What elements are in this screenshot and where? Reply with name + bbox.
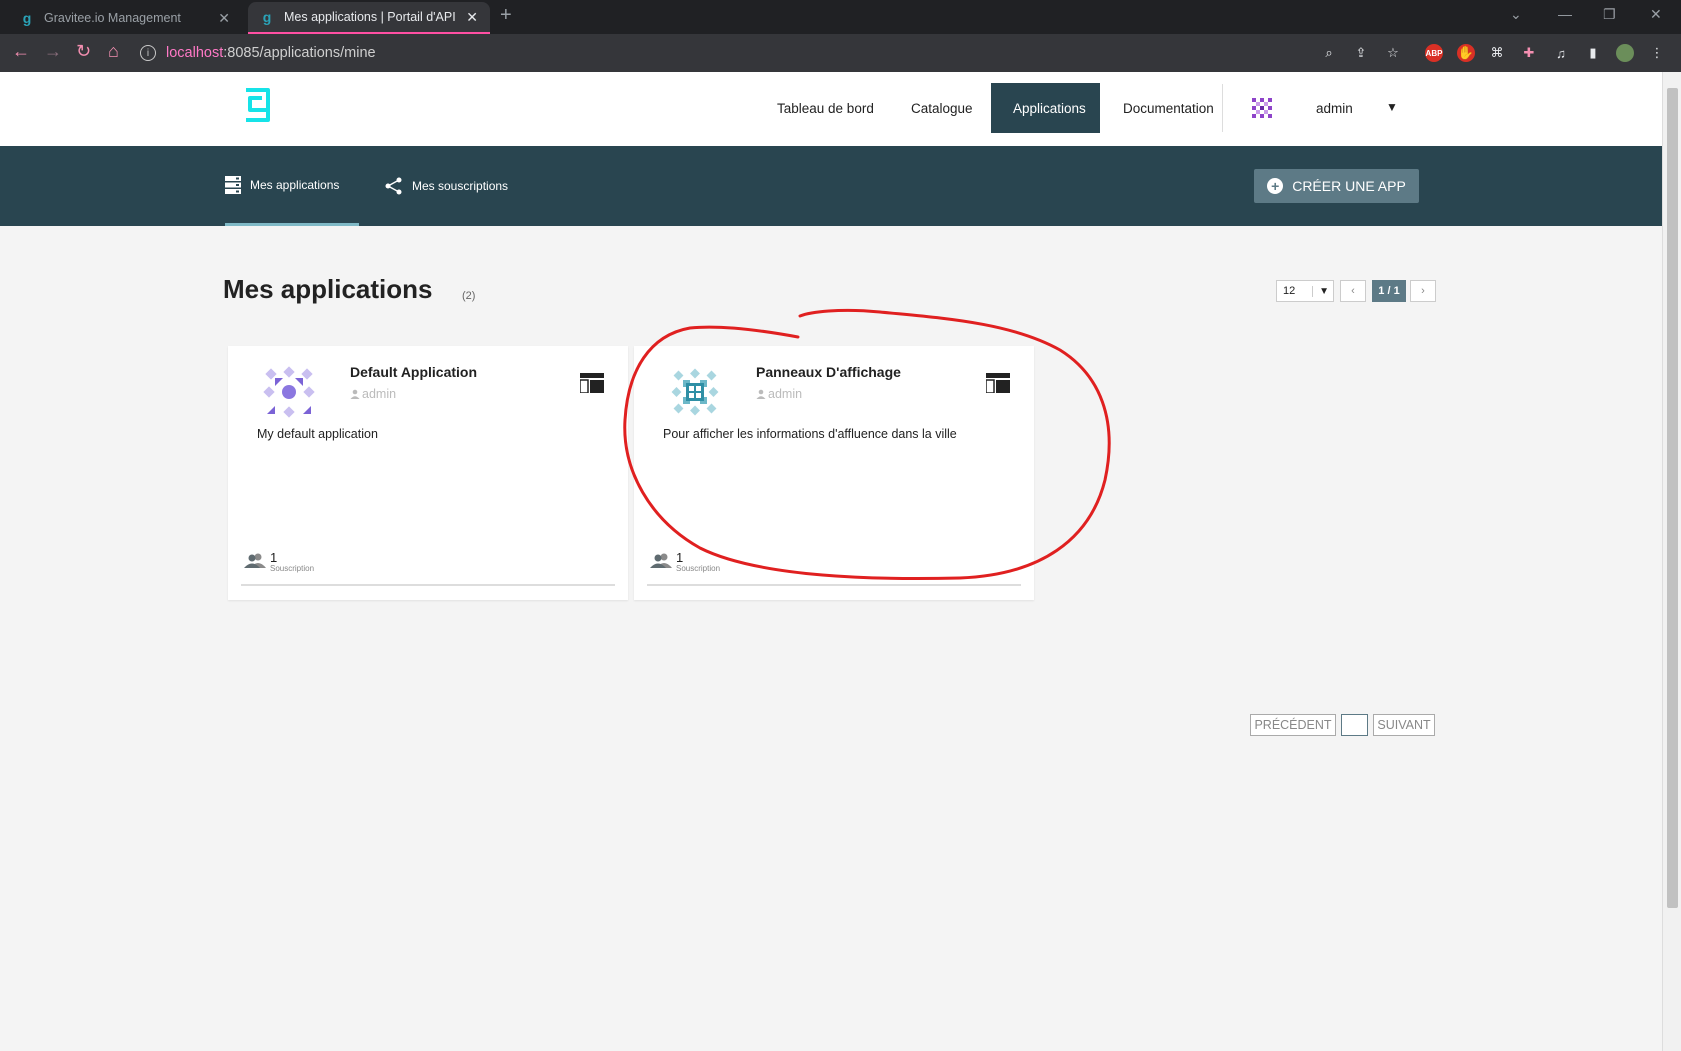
restore-icon[interactable]: ❐: [1603, 6, 1616, 23]
tab-title: Mes applications | Portail d'API d: [284, 10, 459, 24]
next-page-button[interactable]: ›: [1410, 280, 1436, 302]
close-window-icon[interactable]: ✕: [1650, 6, 1662, 23]
share-icon[interactable]: ⇪: [1352, 44, 1370, 62]
url-bar[interactable]: i localhost:8085/applications/mine: [140, 39, 1320, 67]
browser-tab-bar: g Gravitee.io Management ✕ g Mes applica…: [0, 0, 1681, 34]
owner-name: admin: [362, 387, 397, 401]
next-page-button[interactable]: SUIVANT: [1373, 714, 1435, 736]
user-icon: [350, 389, 360, 399]
application-name[interactable]: Panneaux D'affichage: [756, 364, 901, 380]
subnav-label: Mes applications: [250, 177, 340, 192]
nav-documentation[interactable]: Documentation: [1101, 83, 1236, 133]
site-info-icon[interactable]: i: [140, 45, 156, 61]
gravitee-favicon: g: [262, 9, 272, 25]
zoom-icon[interactable]: ⌕: [1320, 44, 1338, 62]
applications-icon: [225, 175, 241, 194]
scrollbar-thumb[interactable]: [1667, 88, 1678, 908]
subscription-number: 1: [270, 550, 278, 565]
previous-page-button[interactable]: PRÉCÉDENT: [1250, 714, 1336, 736]
card-divider: [241, 584, 615, 586]
subnav-label: Mes souscriptions: [412, 179, 509, 193]
gravitee-favicon: g: [22, 10, 32, 26]
minimize-icon[interactable]: —: [1558, 6, 1572, 22]
page-size-value: 12: [1283, 285, 1296, 297]
portal-page: Tableau de bord Catalogue Applications D…: [0, 72, 1662, 1051]
subscription-label: Souscription: [676, 564, 721, 573]
application-card[interactable]: Default Application admin My default app…: [228, 346, 628, 600]
browser-toolbar: ← → ↻ ⌂ i localhost:8085/applications/mi…: [0, 34, 1681, 72]
users-icon: [244, 553, 266, 568]
application-type-icon: [580, 373, 604, 393]
chevron-down-icon: ▼: [1312, 285, 1329, 297]
reload-icon[interactable]: ↻: [76, 41, 91, 62]
application-card[interactable]: Panneaux D'affichage admin Pour afficher…: [634, 346, 1034, 600]
owner-name: admin: [768, 387, 803, 401]
applications-subnav: Mes applications Mes souscriptions + CRÉ…: [0, 146, 1662, 226]
create-app-button[interactable]: + CRÉER UNE APP: [1254, 169, 1419, 203]
page-scrollbar[interactable]: [1662, 72, 1681, 1051]
extensions-puzzle-icon[interactable]: ✚: [1520, 44, 1538, 62]
page-title: Mes applications: [223, 274, 433, 304]
application-description: Pour afficher les informations d'affluen…: [663, 427, 957, 441]
browser-tab-management[interactable]: g Gravitee.io Management ✕: [8, 2, 242, 34]
tab-search-icon[interactable]: ⌄: [1510, 6, 1522, 23]
tab-title: Gravitee.io Management: [44, 11, 181, 25]
close-tab-icon[interactable]: ✕: [466, 9, 478, 26]
application-name[interactable]: Default Application: [350, 364, 477, 380]
user-name[interactable]: admin: [1316, 101, 1353, 116]
current-page-button[interactable]: 1: [1341, 714, 1368, 736]
card-divider: [647, 584, 1021, 586]
media-icon[interactable]: ♫: [1552, 44, 1570, 62]
subscription-count: 1 Souscription: [650, 550, 721, 573]
subscription-number: 1: [676, 550, 684, 565]
prev-page-button[interactable]: ‹: [1340, 280, 1366, 302]
home-icon[interactable]: ⌂: [108, 41, 119, 62]
side-panel-icon[interactable]: ▮: [1584, 44, 1602, 62]
close-tab-icon[interactable]: ✕: [218, 10, 230, 27]
adblock-icon[interactable]: ABP: [1425, 44, 1443, 62]
user-menu-caret-icon[interactable]: ▼: [1386, 100, 1398, 114]
back-icon[interactable]: ←: [12, 41, 30, 62]
forward-icon[interactable]: →: [44, 41, 62, 62]
nav-dashboard[interactable]: Tableau de bord: [755, 83, 896, 133]
url-path: :8085/applications/mine: [223, 45, 376, 61]
bookmark-star-icon[interactable]: ☆: [1384, 44, 1402, 62]
url-host: localhost: [166, 45, 224, 61]
nav-separator: [1222, 84, 1223, 132]
application-owner: admin: [756, 387, 802, 401]
extension-icon[interactable]: ⌘: [1488, 44, 1506, 62]
application-count: (2): [462, 290, 476, 302]
page-size-select[interactable]: 12 ▼: [1276, 280, 1334, 302]
browser-menu-icon[interactable]: ⋮: [1648, 44, 1666, 62]
subscription-count: 1 Souscription: [244, 550, 315, 573]
nav-catalogue[interactable]: Catalogue: [889, 83, 995, 133]
application-description: My default application: [257, 427, 378, 441]
subscription-label: Souscription: [270, 564, 315, 573]
nav-applications[interactable]: Applications: [991, 83, 1100, 133]
create-app-label: CRÉER UNE APP: [1292, 178, 1406, 194]
profile-avatar-icon[interactable]: [1616, 44, 1634, 62]
application-type-icon: [986, 373, 1010, 393]
application-owner: admin: [350, 387, 396, 401]
plus-icon: +: [1267, 178, 1284, 194]
new-tab-icon[interactable]: +: [500, 4, 512, 27]
application-avatar: [671, 368, 719, 416]
user-icon: [756, 389, 766, 399]
subnav-my-applications[interactable]: Mes applications: [225, 146, 360, 226]
share-nodes-icon: [385, 177, 402, 195]
subnav-my-subscriptions[interactable]: Mes souscriptions: [385, 146, 508, 226]
extension-red-icon[interactable]: ✋: [1457, 44, 1475, 62]
users-icon: [650, 553, 672, 568]
user-avatar[interactable]: [1250, 96, 1274, 120]
portal-header: Tableau de bord Catalogue Applications D…: [0, 72, 1662, 146]
application-avatar: [263, 366, 315, 418]
page-indicator: 1 / 1: [1372, 280, 1406, 302]
browser-tab-applications[interactable]: g Mes applications | Portail d'API d ✕: [248, 2, 490, 34]
gravitee-logo-icon[interactable]: [242, 86, 272, 126]
